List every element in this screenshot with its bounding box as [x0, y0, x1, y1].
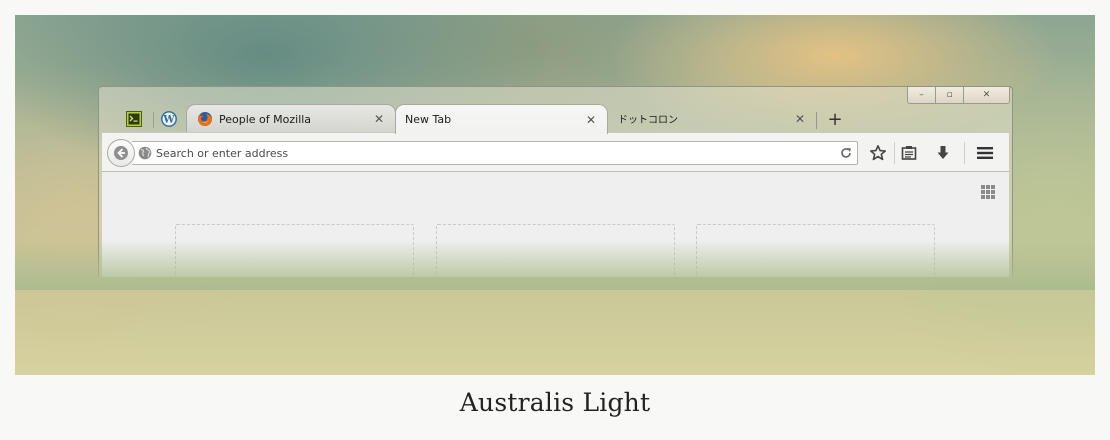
tab-close-icon[interactable]: ✕ [583, 112, 599, 128]
tab-people-of-mozilla[interactable]: People of Mozilla ✕ [186, 104, 396, 133]
tab-label: People of Mozilla [219, 112, 312, 126]
bookmark-button[interactable] [867, 142, 889, 164]
new-tab-button[interactable]: + [824, 108, 846, 130]
address-input[interactable] [156, 145, 826, 161]
reading-list-button[interactable] [898, 142, 920, 164]
tab-separator [816, 112, 817, 129]
toolbar-separator [964, 142, 965, 164]
menu-button[interactable] [974, 142, 996, 164]
tab-label: ドットコロン [618, 115, 678, 126]
address-bar[interactable] [132, 141, 858, 165]
window-controls: – ▫ ✕ [907, 87, 1010, 104]
close-window-button[interactable]: ✕ [964, 87, 1010, 104]
tab-dotcolon[interactable]: ドットコロン ✕ [609, 104, 816, 133]
navigation-toolbar [102, 132, 1009, 172]
download-icon [937, 146, 949, 159]
globe-icon [138, 146, 152, 160]
toolbar-separator [894, 142, 895, 164]
grid-icon[interactable] [980, 184, 996, 200]
download-button[interactable] [932, 142, 954, 164]
tab-new-tab[interactable]: New Tab ✕ [395, 104, 608, 134]
back-button[interactable] [107, 139, 135, 167]
tab-strip: W People of Mozilla ✕ New Tab ✕ ドットコロン ✕ [99, 104, 1012, 134]
hero-background: – ▫ ✕ W People of Mozilla ✕ New Tab ✕ ドッ… [15, 15, 1095, 375]
minimize-button[interactable]: – [907, 87, 936, 104]
svg-text:W: W [162, 115, 175, 126]
tab-close-icon[interactable]: ✕ [371, 111, 387, 127]
reload-icon[interactable] [839, 146, 853, 160]
tab-close-icon[interactable]: ✕ [792, 111, 808, 127]
theme-caption: Australis Light [459, 388, 651, 417]
menu-icon [977, 147, 993, 159]
bookmark-star-icon [870, 145, 886, 161]
back-icon [114, 146, 128, 160]
pinned-tab-terminal[interactable] [119, 107, 149, 131]
pinned-tab-wordpress[interactable]: W [154, 107, 184, 131]
firefox-icon [198, 112, 212, 126]
wordpress-icon: W [161, 111, 177, 127]
terminal-icon [126, 111, 142, 127]
reading-list-icon [901, 146, 917, 160]
fade-overlay [15, 240, 1095, 290]
maximize-button[interactable]: ▫ [936, 87, 964, 104]
tab-label: New Tab [405, 113, 452, 126]
